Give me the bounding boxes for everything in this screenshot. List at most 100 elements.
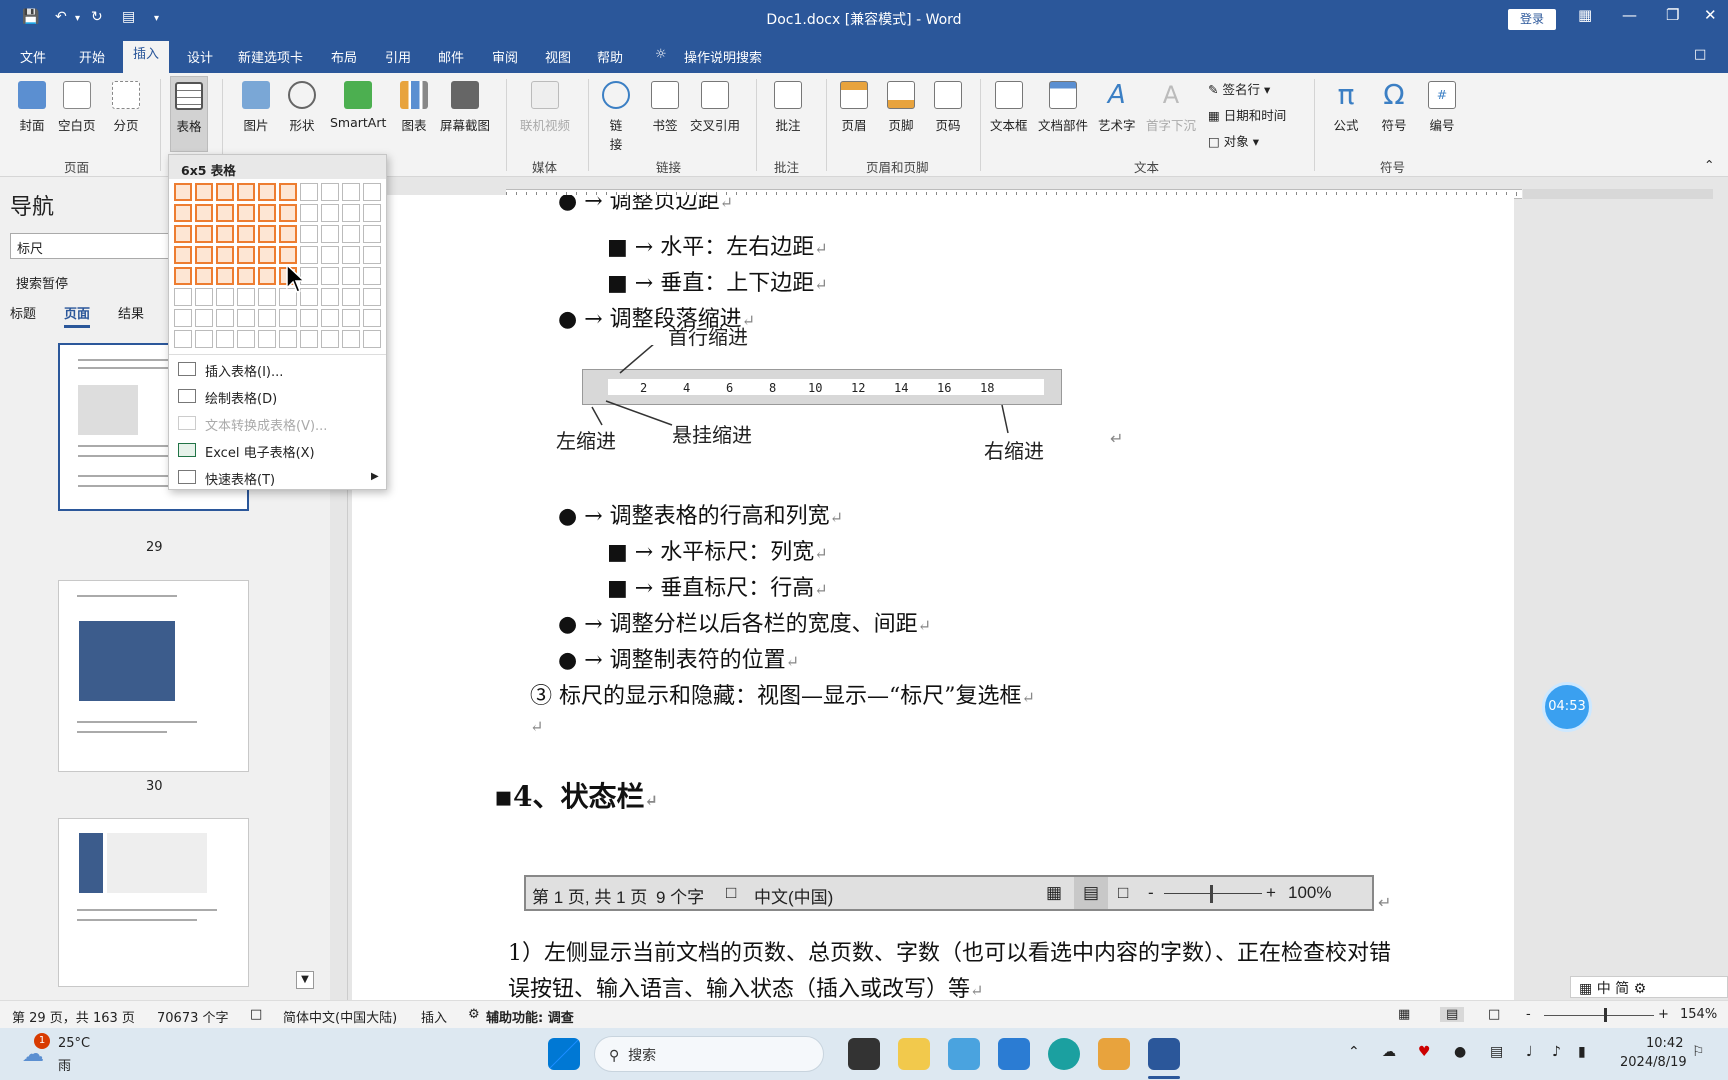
page-break-button[interactable]: 分页: [112, 81, 140, 134]
floating-timer[interactable]: 04:53: [1542, 682, 1592, 732]
table-grid-cell[interactable]: [174, 309, 192, 327]
symbol-button[interactable]: Ω 符号: [1380, 81, 1408, 134]
table-grid-cell[interactable]: [237, 183, 255, 201]
excel-spreadsheet-item[interactable]: Excel 电子表格(X): [205, 442, 315, 461]
equation-button[interactable]: π 公式: [1332, 81, 1360, 134]
word-icon[interactable]: [1148, 1038, 1180, 1070]
tab-references[interactable]: 引用: [385, 47, 411, 66]
screenshot-button[interactable]: 屏幕截图: [440, 81, 490, 134]
app-icon[interactable]: [1098, 1038, 1130, 1070]
page-thumbnail[interactable]: [58, 580, 249, 772]
new-comment-button[interactable]: 批注: [774, 81, 802, 134]
start-button[interactable]: [548, 1038, 580, 1070]
table-grid-cell[interactable]: [216, 267, 234, 285]
table-grid-cell[interactable]: [174, 330, 192, 348]
maximize-button[interactable]: ❐: [1666, 6, 1679, 24]
ime-toolbar[interactable]: ▦ 中 简 ⚙: [1570, 976, 1728, 998]
table-grid-cell[interactable]: [174, 183, 192, 201]
header-button[interactable]: 页眉: [840, 81, 868, 134]
web-layout-icon[interactable]: □: [1488, 1007, 1500, 1022]
table-grid-cell[interactable]: [195, 309, 213, 327]
table-grid-cell[interactable]: [258, 183, 276, 201]
table-grid-cell[interactable]: [237, 330, 255, 348]
numbering-button[interactable]: # 编号: [1428, 81, 1456, 134]
table-grid-cell[interactable]: [195, 267, 213, 285]
smartart-button[interactable]: SmartArt: [330, 81, 386, 130]
table-grid-cell[interactable]: [321, 309, 339, 327]
print-layout-icon[interactable]: ▤: [1440, 1007, 1465, 1022]
bookmark-button[interactable]: 书签: [651, 81, 679, 134]
table-grid-cell[interactable]: [363, 309, 381, 327]
zoom-in-button[interactable]: +: [1658, 1007, 1669, 1022]
table-grid-cell[interactable]: [321, 246, 339, 264]
edge-icon[interactable]: [1048, 1038, 1080, 1070]
shapes-button[interactable]: 形状: [288, 81, 316, 134]
table-grid-cell[interactable]: [279, 183, 297, 201]
tab-mailings[interactable]: 邮件: [438, 47, 464, 66]
battery-icon[interactable]: ▮: [1578, 1044, 1586, 1060]
table-grid-cell[interactable]: [363, 246, 381, 264]
table-grid-cell[interactable]: [342, 225, 360, 243]
table-grid-cell[interactable]: [342, 204, 360, 222]
table-grid-cell[interactable]: [300, 330, 318, 348]
table-grid-cell[interactable]: [216, 183, 234, 201]
table-grid-cell[interactable]: [258, 225, 276, 243]
close-button[interactable]: ✕: [1704, 6, 1717, 24]
status-accessibility[interactable]: 辅助功能: 调查: [486, 1007, 574, 1026]
table-grid-cell[interactable]: [174, 267, 192, 285]
zoom-slider-thumb[interactable]: [1604, 1008, 1607, 1022]
tab-help[interactable]: 帮助: [597, 47, 623, 66]
table-grid-cell[interactable]: [216, 204, 234, 222]
comments-icon[interactable]: □: [1694, 47, 1706, 62]
table-grid-cell[interactable]: [363, 288, 381, 306]
proofing-icon[interactable]: □: [250, 1007, 262, 1022]
status-language[interactable]: 简体中文(中国大陆): [283, 1007, 397, 1026]
table-grid-cell[interactable]: [321, 225, 339, 243]
table-grid-cell[interactable]: [363, 204, 381, 222]
table-grid-cell[interactable]: [237, 288, 255, 306]
app-tray-icon[interactable]: ♥: [1418, 1044, 1431, 1060]
tab-insert[interactable]: 插入: [123, 41, 170, 73]
collapse-ribbon-icon[interactable]: ⌃: [1704, 157, 1714, 172]
task-view-icon[interactable]: [848, 1038, 880, 1070]
table-grid-cell[interactable]: [174, 225, 192, 243]
notification-bell-icon[interactable]: ⚐: [1692, 1044, 1705, 1060]
pictures-button[interactable]: 图片: [242, 81, 270, 134]
table-grid-cell[interactable]: [279, 204, 297, 222]
table-grid-cell[interactable]: [174, 288, 192, 306]
table-grid-cell[interactable]: [342, 246, 360, 264]
online-video-button[interactable]: 联机视频: [520, 81, 570, 134]
table-grid-cell[interactable]: [237, 267, 255, 285]
draw-table-item[interactable]: 绘制表格(D): [205, 388, 277, 407]
tell-me-search[interactable]: 操作说明搜索: [684, 47, 762, 66]
zoom-out-button[interactable]: -: [1526, 1007, 1531, 1022]
weather-desc[interactable]: 雨: [58, 1055, 71, 1074]
nav-tab-results[interactable]: 结果: [118, 303, 144, 322]
table-grid-cell[interactable]: [300, 204, 318, 222]
table-grid-cell[interactable]: [300, 183, 318, 201]
drop-cap-button[interactable]: A 首字下沉: [1146, 81, 1196, 134]
accessibility-icon[interactable]: ⚙: [468, 1007, 480, 1022]
app-icon[interactable]: [948, 1038, 980, 1070]
table-grid-cell[interactable]: [237, 246, 255, 264]
page-number-button[interactable]: 页码: [934, 81, 962, 134]
date-time-button[interactable]: ▦ 日期和时间: [1208, 105, 1286, 124]
chevron-up-icon[interactable]: ⌃: [1348, 1044, 1360, 1060]
table-grid-cell[interactable]: [342, 183, 360, 201]
tab-view[interactable]: 视图: [545, 47, 571, 66]
table-grid-cell[interactable]: [237, 204, 255, 222]
file-explorer-icon[interactable]: [898, 1038, 930, 1070]
table-grid-cell[interactable]: [237, 309, 255, 327]
table-grid-cell[interactable]: [300, 246, 318, 264]
wordart-button[interactable]: A 艺术字: [1098, 81, 1136, 134]
wifi-icon[interactable]: ♩: [1526, 1044, 1533, 1060]
table-grid-cell[interactable]: [195, 183, 213, 201]
taskbar-search[interactable]: ⚲ 搜索: [594, 1036, 824, 1072]
status-insert-mode[interactable]: 插入: [421, 1007, 447, 1026]
table-grid-cell[interactable]: [216, 225, 234, 243]
table-grid-cell[interactable]: [258, 288, 276, 306]
table-grid-cell[interactable]: [258, 267, 276, 285]
table-grid-cell[interactable]: [195, 330, 213, 348]
table-grid-cell[interactable]: [258, 204, 276, 222]
table-button[interactable]: 表格: [170, 76, 208, 152]
